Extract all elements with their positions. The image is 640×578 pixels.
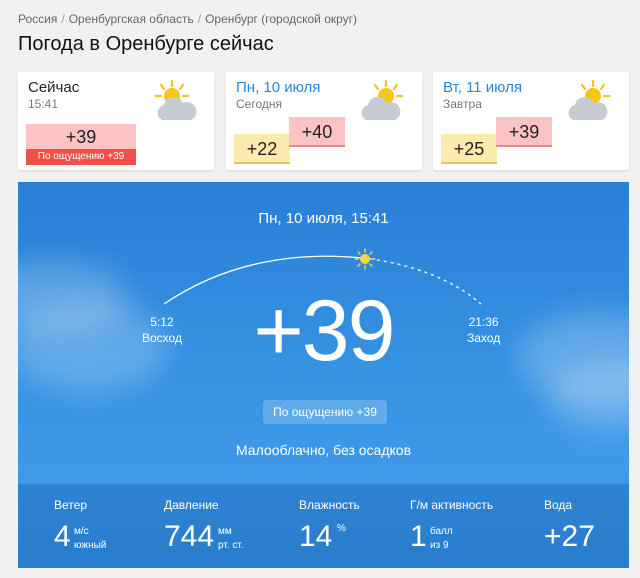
stat-unit-sub: рт. ст. <box>218 540 244 551</box>
stat-unit-sub: южный <box>74 540 107 551</box>
breadcrumb-separator: / <box>61 12 65 26</box>
day-card-tomorrow[interactable]: Вт, 11 июля Завтра +25 +39 <box>433 72 629 170</box>
day-card-today[interactable]: Пн, 10 июля Сегодня +22 +40 <box>226 72 422 170</box>
stat-unit: м/с южный <box>74 525 106 553</box>
stat-unit: % <box>337 522 346 536</box>
now-card-time: 15:41 <box>28 97 59 111</box>
stat-unit-main: % <box>337 523 346 534</box>
sun-icon <box>354 248 376 270</box>
breadcrumb-link-city[interactable]: Оренбург (городской округ) <box>205 12 357 26</box>
partly-cloudy-icon <box>568 79 611 120</box>
stat-unit-sub: из 9 <box>430 540 449 551</box>
stat-unit-main: мм <box>218 526 232 537</box>
page-title: Погода в Оренбурге сейчас <box>18 33 274 55</box>
stat-geomagnetic: Г/м активность 1 балл из 9 <box>410 498 494 553</box>
breadcrumb: Россия / Оренбургская область / Оренбург (го… <box>18 12 357 26</box>
weather-condition: Малооблачно, без осадков <box>235 442 412 458</box>
now-feels-like: По ощущению +39 <box>26 149 136 165</box>
stats-bar: Ветер 4 м/с южный Давление 744 мм рт. ст… <box>18 484 629 568</box>
partly-cloudy-icon <box>154 79 197 120</box>
day-card-title: Вт, 11 июля <box>443 79 522 96</box>
stat-unit-main: балл <box>430 526 453 537</box>
breadcrumb-link-region[interactable]: Оренбургская область <box>69 12 194 26</box>
now-temp: +39 <box>26 124 136 150</box>
current-weather-panel: Пн, 10 июля, 15:41 5:12 Восход 21:36 Зах… <box>18 182 629 568</box>
stat-value: 744 <box>164 520 215 553</box>
temp-low: +22 <box>234 134 290 164</box>
temp-high: +39 <box>496 117 552 147</box>
stat-label: Ветер <box>54 498 87 512</box>
stat-pressure: Давление 744 мм рт. ст. <box>164 498 244 553</box>
temp-low: +25 <box>441 134 497 164</box>
now-card-title: Сейчас <box>28 79 80 96</box>
partly-cloudy-icon <box>361 79 404 120</box>
day-card-sub: Сегодня <box>236 97 282 111</box>
current-temperature: +39 <box>253 283 396 379</box>
stat-unit-main: м/с <box>74 526 89 537</box>
stat-value: 14 <box>299 520 333 553</box>
stat-label: Влажность <box>299 498 360 512</box>
breadcrumb-separator: / <box>197 12 202 26</box>
stat-value: +27 <box>544 520 595 553</box>
day-card-sub: Завтра <box>443 97 482 111</box>
stat-wind: Ветер 4 м/с южный <box>54 498 106 553</box>
stat-value: 4 <box>54 520 71 553</box>
now-card[interactable]: Сейчас 15:41 +39 По ощущению +39 <box>18 72 214 170</box>
temp-high: +40 <box>289 117 345 147</box>
day-card-title: Пн, 10 июля <box>236 79 321 96</box>
stat-water: Вода +27 <box>544 498 595 553</box>
stat-value: 1 <box>410 520 427 553</box>
feels-like-badge: По ощущению +39 <box>263 400 387 424</box>
stat-label: Давление <box>164 498 219 512</box>
stat-unit: балл из 9 <box>430 525 453 553</box>
stat-unit: мм рт. ст. <box>218 525 244 553</box>
breadcrumb-link-country[interactable]: Россия <box>18 12 57 26</box>
stat-label: Г/м активность <box>410 498 494 512</box>
stat-humidity: Влажность 14 % <box>299 498 360 553</box>
stat-label: Вода <box>544 498 573 512</box>
